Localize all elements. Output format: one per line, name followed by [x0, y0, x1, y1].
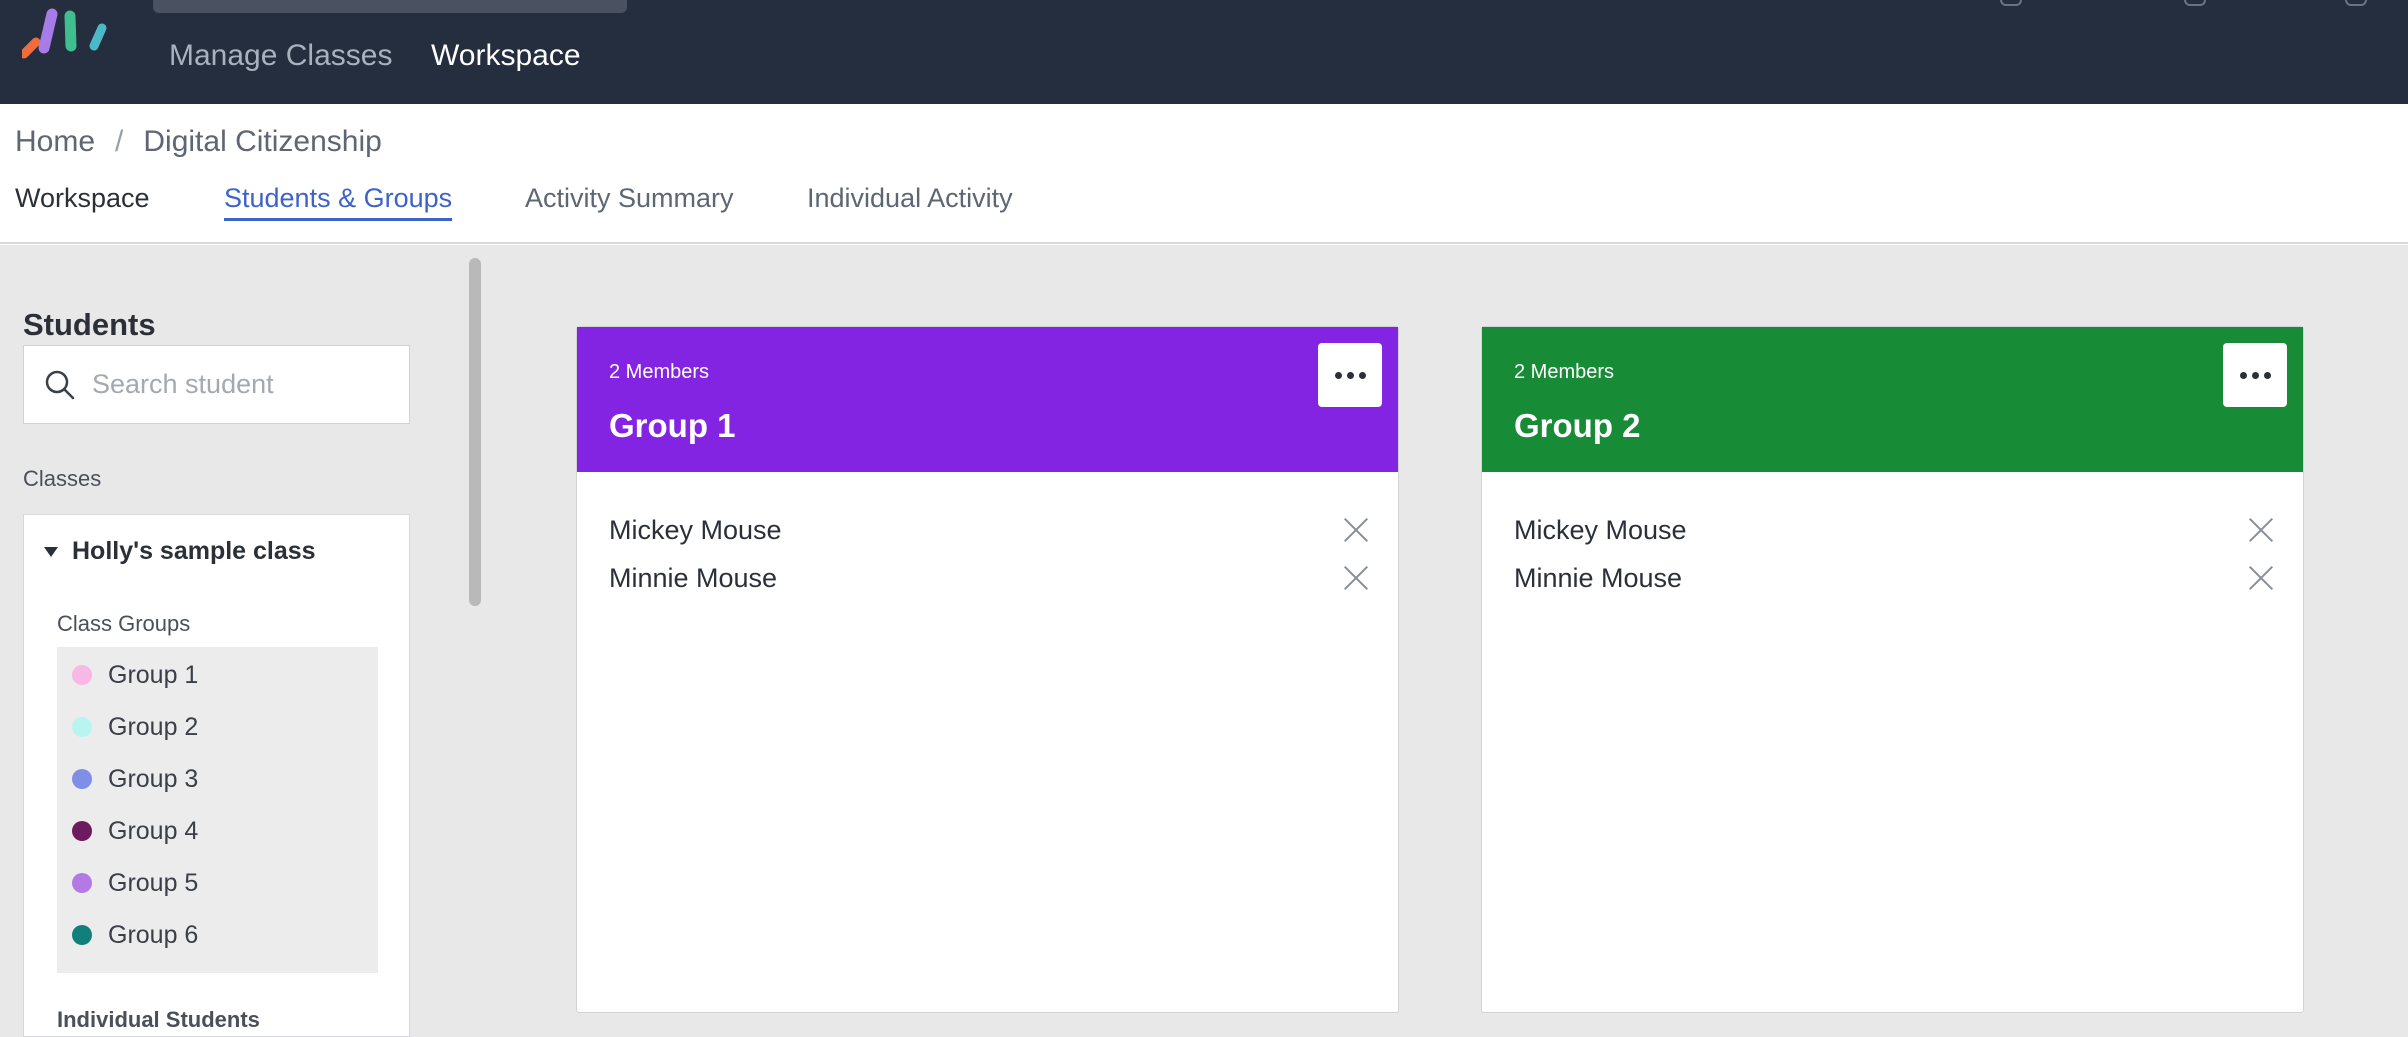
group-name: Group 1	[609, 407, 736, 444]
help-icon[interactable]	[2184, 0, 2206, 6]
group-color-dot	[72, 717, 92, 737]
member-name: Mickey Mouse	[1514, 514, 1687, 545]
class-name: Holly's sample class	[72, 537, 316, 565]
nav-workspace[interactable]: Workspace	[431, 38, 581, 74]
tab-students-groups[interactable]: Students & Groups	[224, 178, 453, 221]
remove-member-close-icon[interactable]	[1343, 565, 1369, 591]
member-row: Mickey Mouse	[609, 508, 1369, 552]
class-expander[interactable]: Holly's sample class	[44, 537, 316, 566]
class-group-item[interactable]: Group 2	[72, 707, 198, 747]
sidebar-scrollbar[interactable]	[469, 258, 481, 606]
search-input[interactable]	[92, 369, 392, 400]
member-row: Minnie Mouse	[609, 556, 1369, 600]
ellipsis-dot	[1346, 371, 1354, 379]
ellipsis-dot	[2251, 371, 2259, 379]
breadcrumb-separator: /	[115, 125, 124, 158]
class-group-item[interactable]: Group 6	[72, 915, 198, 955]
tab-individual-activity[interactable]: Individual Activity	[807, 178, 1013, 218]
class-group-label: Group 6	[108, 920, 199, 949]
class-groups-list: Group 1 Group 2 Group 3 Group 4 Group 5 …	[57, 647, 378, 973]
breadcrumb-home[interactable]: Home	[15, 122, 95, 162]
caret-down-icon	[44, 546, 58, 557]
group-card: 2 Members Group 1 Mickey Mouse Minnie Mo…	[576, 326, 1399, 1013]
classes-label: Classes	[23, 466, 102, 491]
class-group-label: Group 3	[108, 764, 199, 793]
tab-workspace[interactable]: Workspace	[15, 178, 150, 218]
ellipsis-dot	[2239, 371, 2247, 379]
class-group-item[interactable]: Group 5	[72, 863, 198, 903]
ellipsis-dot	[2263, 371, 2271, 379]
sidebar-title: Students	[23, 307, 156, 342]
member-name: Mickey Mouse	[609, 514, 782, 545]
more-options-button[interactable]	[1318, 343, 1382, 407]
group-color-dot	[72, 769, 92, 789]
member-row: Minnie Mouse	[1514, 556, 2274, 600]
group-color-dot	[72, 821, 92, 841]
class-group-item[interactable]: Group 3	[72, 759, 198, 799]
member-name: Minnie Mouse	[1514, 562, 1683, 593]
top-search-bar[interactable]	[153, 0, 627, 13]
search-icon	[45, 370, 75, 399]
group-color-dot	[72, 665, 92, 685]
breadcrumb: Home / Digital Citizenship	[15, 122, 382, 162]
group-card: 2 Members Group 2 Mickey Mouse Minnie Mo…	[1481, 326, 2304, 1013]
group-card-header: 2 Members Group 1	[577, 327, 1398, 472]
individual-students-label: Individual Students	[57, 1007, 260, 1032]
member-count: 2 Members	[1514, 361, 1615, 383]
breadcrumb-current: Digital Citizenship	[143, 125, 382, 158]
member-name: Minnie Mouse	[609, 562, 778, 593]
class-group-item[interactable]: Group 4	[72, 811, 198, 851]
more-options-button[interactable]	[2223, 343, 2287, 407]
remove-member-close-icon[interactable]	[2248, 565, 2274, 591]
page-header: Home / Digital Citizenship Workspace Stu…	[0, 104, 2408, 244]
group-name: Group 2	[1514, 407, 1641, 444]
app-logo-icon[interactable]	[22, 8, 112, 60]
remove-member-close-icon[interactable]	[2248, 517, 2274, 543]
class-group-item[interactable]: Group 1	[72, 655, 198, 695]
group-color-dot	[72, 873, 92, 893]
member-row: Mickey Mouse	[1514, 508, 2274, 552]
ellipsis-dot	[1334, 371, 1342, 379]
class-group-label: Group 5	[108, 868, 199, 897]
group-card-header: 2 Members Group 2	[1482, 327, 2303, 472]
class-group-label: Group 1	[108, 660, 199, 689]
group-color-dot	[72, 925, 92, 945]
class-group-label: Group 2	[108, 712, 199, 741]
profile-icon[interactable]	[2000, 0, 2022, 6]
remove-member-close-icon[interactable]	[1343, 517, 1369, 543]
nav-manage-classes[interactable]: Manage Classes	[169, 38, 392, 74]
ellipsis-dot	[1358, 371, 1366, 379]
class-card: Holly's sample class Class Groups Group …	[23, 514, 410, 1037]
member-count: 2 Members	[609, 361, 710, 383]
tab-activity-summary[interactable]: Activity Summary	[525, 178, 734, 218]
student-search-box[interactable]	[23, 345, 410, 424]
top-navigation-bar: Manage Classes Workspace	[0, 0, 2408, 104]
class-group-label: Group 4	[108, 816, 199, 845]
class-groups-label: Class Groups	[57, 611, 191, 636]
gear-icon[interactable]	[2345, 0, 2367, 6]
